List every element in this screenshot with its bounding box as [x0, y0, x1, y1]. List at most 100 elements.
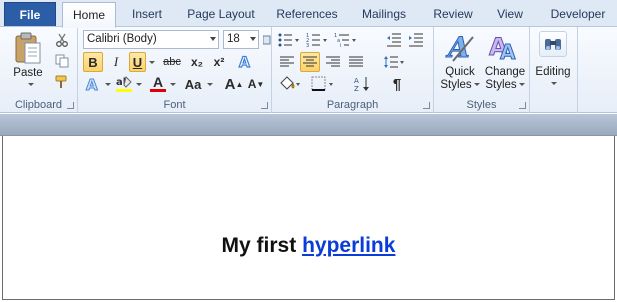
svg-text:A: A — [354, 77, 359, 85]
svg-text:A: A — [445, 31, 470, 63]
document-page[interactable]: My first hyperlink — [2, 136, 615, 300]
sort-az-icon: A Z — [354, 77, 369, 92]
clear-formatting-icon — [263, 35, 271, 45]
font-color-button[interactable]: A — [148, 74, 168, 94]
paragraph-dialog-launcher[interactable] — [423, 102, 430, 109]
styles-dialog-launcher[interactable] — [519, 102, 526, 109]
text-effects-dropdown[interactable] — [103, 74, 111, 94]
chevron-down-icon — [136, 82, 142, 86]
underline-button[interactable]: U — [129, 52, 146, 72]
font-group-label: Font — [163, 99, 186, 111]
paste-label[interactable]: Paste — [6, 67, 50, 80]
shading-button[interactable] — [277, 74, 303, 94]
tab-file[interactable]: File — [4, 2, 56, 26]
subscript-button[interactable]: x₂ — [187, 52, 207, 72]
shrink-font-button[interactable]: A ▼ — [246, 74, 266, 94]
font-name-dropdown-icon[interactable] — [210, 37, 216, 41]
font-name-combo[interactable]: Calibri (Body) — [83, 30, 219, 49]
multilevel-list-icon: 1 a i — [334, 33, 356, 47]
change-styles-label-1[interactable]: Change — [482, 66, 528, 79]
format-painter-button[interactable] — [52, 72, 72, 92]
borders-button[interactable] — [310, 74, 336, 94]
font-color-bar — [150, 89, 166, 92]
decrease-indent-button[interactable] — [384, 30, 404, 50]
align-center-button[interactable] — [300, 52, 320, 72]
text-effects-button[interactable]: A — [235, 52, 255, 72]
change-case-dropdown[interactable] — [205, 74, 213, 94]
hyperlink[interactable]: hyperlink — [302, 234, 395, 257]
align-left-button[interactable] — [277, 52, 297, 72]
document-text: My first — [221, 234, 303, 257]
font-name-value: Calibri (Body) — [87, 33, 157, 45]
chevron-down-icon — [105, 82, 111, 86]
document-paragraph[interactable]: My first hyperlink — [3, 234, 614, 258]
cut-button[interactable] — [52, 30, 72, 50]
ribbon-tab-strip: File Home Insert Page Layout References … — [0, 0, 617, 28]
tab-page-layout[interactable]: Page Layout — [180, 5, 262, 25]
align-right-icon — [326, 56, 340, 67]
paste-button[interactable] — [8, 30, 48, 66]
quick-styles-button[interactable]: A — [442, 30, 478, 64]
quick-styles-label-1[interactable]: Quick — [438, 66, 482, 79]
clear-formatting-button[interactable] — [263, 30, 271, 50]
font-size-value: 18 — [227, 33, 240, 45]
change-styles-button[interactable]: A A — [486, 30, 522, 64]
justify-button[interactable] — [346, 52, 366, 72]
chevron-down-icon — [148, 60, 155, 64]
svg-text:A: A — [239, 55, 250, 70]
text-effects-style-button[interactable]: A — [83, 74, 103, 94]
increase-indent-icon — [409, 33, 423, 47]
italic-button[interactable]: I — [106, 52, 126, 72]
tab-references[interactable]: References — [270, 5, 344, 25]
font-color-glyph: A — [153, 74, 164, 90]
bullet-list-icon — [278, 33, 299, 47]
line-spacing-button[interactable] — [382, 52, 406, 72]
bold-button[interactable]: B — [83, 52, 103, 72]
editing-label[interactable]: Editing — [530, 66, 576, 79]
increase-indent-button[interactable] — [406, 30, 426, 50]
superscript-button[interactable]: x² — [209, 52, 229, 72]
align-right-button[interactable] — [323, 52, 343, 72]
tab-home[interactable]: Home — [62, 2, 116, 28]
svg-text:i: i — [340, 43, 341, 47]
tab-review[interactable]: Review — [426, 5, 480, 25]
font-size-dropdown-icon[interactable] — [250, 37, 256, 41]
editing-button[interactable] — [539, 31, 567, 57]
quick-styles-icon: A — [445, 31, 474, 63]
font-size-combo[interactable]: 18 — [223, 30, 259, 49]
tab-mailings[interactable]: Mailings — [352, 5, 416, 25]
quick-styles-label-2[interactable]: Styles — [436, 79, 484, 92]
underline-dropdown-button[interactable] — [146, 52, 155, 72]
svg-text:A: A — [500, 40, 516, 63]
numbering-button[interactable]: 1 2 3 — [305, 30, 329, 50]
editing-dropdown-icon[interactable] — [551, 82, 557, 85]
bullets-button[interactable] — [277, 30, 301, 50]
font-color-dropdown[interactable] — [168, 74, 176, 94]
strikethrough-button[interactable]: abc — [160, 52, 184, 72]
paragraph-group: 1 2 3 1 a i A Z ¶ Paragraph — [272, 27, 434, 113]
clipboard-dialog-launcher[interactable] — [67, 102, 74, 109]
paste-dropdown-icon[interactable] — [28, 83, 34, 86]
change-styles-label-2[interactable]: Styles — [482, 79, 528, 92]
paragraph-group-label: Paragraph — [326, 99, 379, 111]
numbered-list-icon: 1 2 3 — [306, 33, 327, 47]
show-formatting-marks-button[interactable]: ¶ — [387, 74, 407, 94]
tab-view[interactable]: View — [490, 5, 530, 25]
sort-button[interactable]: A Z — [352, 74, 372, 94]
svg-text:Z: Z — [354, 85, 359, 92]
grow-font-button[interactable]: A ▲ — [224, 74, 244, 94]
tab-developer[interactable]: Developer — [544, 5, 612, 25]
format-painter-icon — [55, 75, 67, 88]
ruler-area — [0, 114, 617, 136]
multilevel-list-button[interactable]: 1 a i — [333, 30, 359, 50]
paste-icon — [15, 32, 41, 64]
change-styles-label-2-text: Styles — [485, 79, 517, 91]
chevron-down-icon — [473, 83, 480, 87]
highlight-button[interactable]: ab — [114, 74, 134, 94]
highlight-dropdown[interactable] — [134, 74, 142, 94]
tab-insert[interactable]: Insert — [122, 5, 172, 25]
copy-button[interactable] — [52, 51, 72, 71]
binoculars-icon — [545, 39, 561, 50]
change-case-button[interactable]: Aa — [181, 74, 205, 94]
font-dialog-launcher[interactable] — [261, 102, 268, 109]
